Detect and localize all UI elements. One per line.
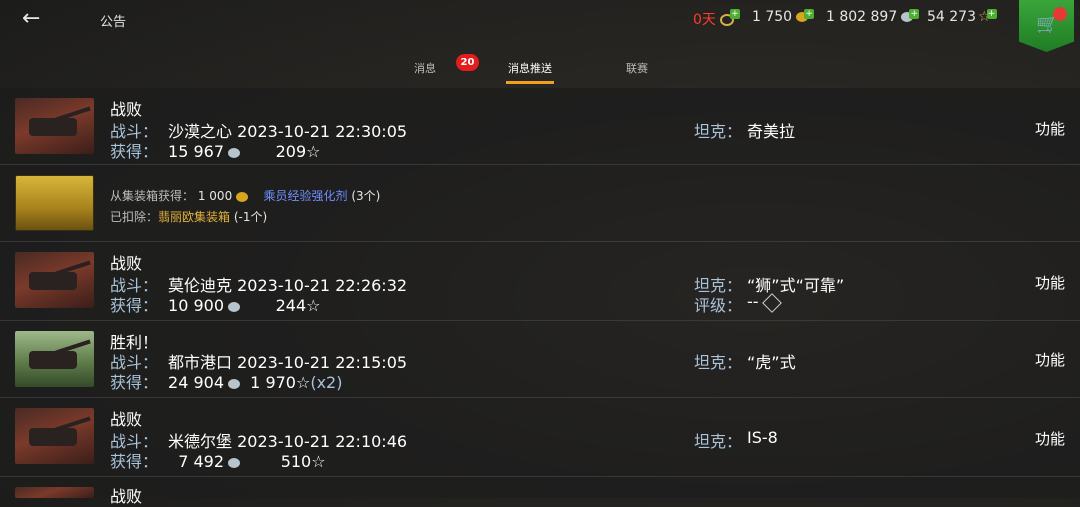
battle-result: 战败 [110,254,143,273]
rating-icon [761,292,782,313]
function-button[interactable]: 功能 [1035,349,1065,370]
battle-row[interactable]: 战败 战斗： 沙漠之心 2023-10-21 22:30:05 获得： 15 967… [0,88,1080,165]
gold-balance[interactable]: 1 750 + [752,9,815,25]
credits-icon [228,301,240,312]
container-row[interactable]: 从集装箱获得： 1 000 乘员经验强化剂 (3个) 已扣除：翡丽欧集装箱 (-… [0,165,1080,242]
add-icon: + [729,9,740,19]
battle-earnings: 获得： 24 904 1 970☆(x2) [110,373,343,392]
function-button[interactable]: 功能 [1035,428,1065,449]
battle-result: 战败 [110,410,143,429]
battle-defeat-thumbnail [15,487,94,498]
battle-earnings: 获得： 15 967 209☆ [110,142,321,161]
credits-balance[interactable]: 1 802 897 + [826,9,920,25]
credits-icon [228,457,240,468]
tab-messages[interactable]: 消息 [414,60,436,76]
battle-row[interactable]: 战败 战斗： 米德尔堡 2023-10-21 22:10:46 获得： 7 492… [0,398,1080,477]
battle-defeat-thumbnail [15,98,94,154]
battle-row[interactable]: 战败 战斗： 莫伦迪克 2023-10-21 22:26:32 获得： 10 900… [0,242,1080,321]
container-thumbnail [15,175,94,231]
page-title: 公告 [100,15,127,30]
shop-badge [1053,7,1067,21]
tank-name: IS-8 [747,428,778,447]
premium-days[interactable]: 0天 + [693,9,740,29]
message-list[interactable]: 战败 战斗： 沙漠之心 2023-10-21 22:30:05 获得： 15 967… [0,88,1080,506]
back-arrow-icon[interactable]: ← [22,6,40,31]
tank-name: “虎”式 [747,353,796,372]
tank-label: 坦克： [694,353,743,372]
battle-row[interactable]: 胜利！ 战斗： 都市港口 2023-10-21 22:15:05 获得： 24 90… [0,321,1080,398]
free-xp-balance[interactable]: 54 273 ☆+ [927,9,997,25]
tank-name: 奇美拉 [747,122,796,141]
shop-button[interactable]: 🛒 [1019,0,1074,52]
gold-icon [236,191,249,202]
tank-label: 坦克： [694,122,743,141]
rating-label: 评级： [694,296,743,315]
function-button[interactable]: 功能 [1035,272,1065,293]
function-button[interactable]: 功能 [1035,118,1065,139]
battle-earnings: 获得： 7 492 510☆ [110,452,326,471]
battle-defeat-thumbnail [15,252,94,308]
container-deducted: 已扣除：翡丽欧集装箱 (-1个) [110,210,268,224]
battle-result: 战败 [110,100,143,119]
credits-icon [228,147,240,158]
tank-label: 坦克： [694,432,743,451]
battle-result: 战败 [110,487,143,506]
add-icon: + [986,9,997,19]
add-icon: + [909,9,920,19]
rating-value: -- [747,292,782,313]
battle-earnings: 获得： 10 900 244☆ [110,296,321,315]
container-rewards: 从集装箱获得： 1 000 乘员经验强化剂 (3个) [110,189,381,203]
battle-victory-thumbnail [15,331,94,387]
battle-defeat-thumbnail [15,408,94,464]
tab-notifications[interactable]: 消息推送 [506,60,554,84]
add-icon: + [804,9,815,19]
battle-row[interactable]: 战败 [0,477,1080,506]
credits-icon [228,378,240,389]
messages-badge: 20 [456,54,479,71]
tab-league[interactable]: 联赛 [626,60,648,76]
top-bar: ← 公告 0天 + 1 750 + 1 802 897 + 54 273 ☆+ 🛒 [0,0,1080,52]
tab-bar: 消息 消息推送 联赛 [0,60,1080,88]
